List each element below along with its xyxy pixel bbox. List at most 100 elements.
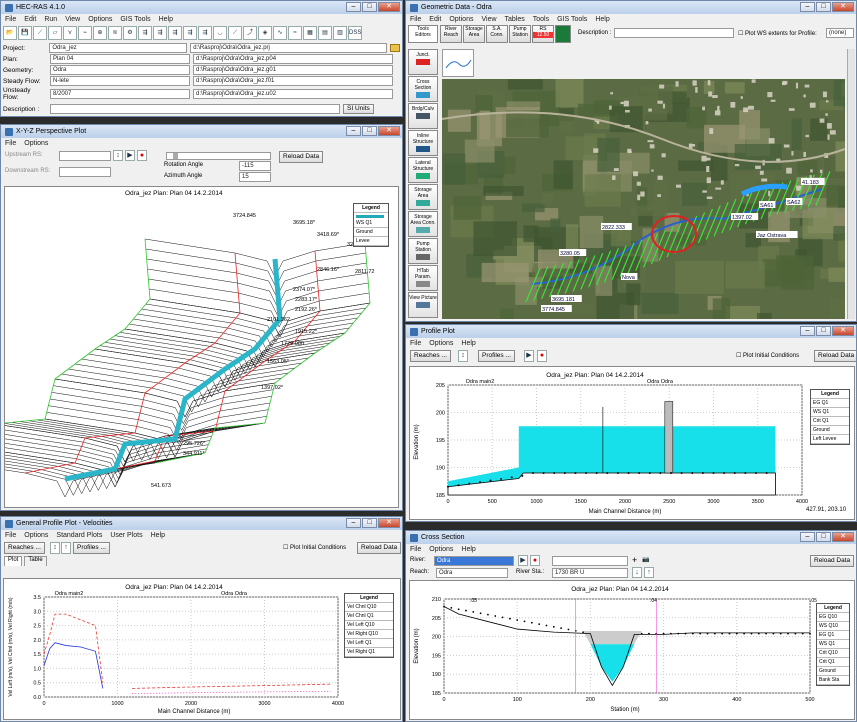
menu-options[interactable]: Options [24, 140, 48, 147]
run-unsteady-icon[interactable]: ⇶ [153, 26, 167, 40]
profile-reload-button[interactable]: Reload Data [814, 350, 856, 362]
reaches-button[interactable]: Reaches ... [4, 542, 45, 554]
menu-file[interactable]: File [410, 546, 421, 553]
rs-button[interactable]: RS 12.50 [532, 25, 554, 43]
tab-table[interactable]: Table [24, 556, 47, 566]
field-value[interactable]: 8/2007 [50, 89, 190, 99]
field-value[interactable]: Odra_jez [49, 43, 188, 53]
menu-item[interactable]: GIS Tools [120, 16, 150, 23]
menu-item[interactable]: View [481, 16, 496, 23]
side-tool-6[interactable]: Storage Area Conn. [408, 211, 438, 237]
geo-scrollbar[interactable] [847, 49, 855, 319]
close-button[interactable]: ✕ [378, 2, 400, 12]
dss-icon[interactable]: DSS [348, 26, 362, 40]
menu-options[interactable]: Options [429, 546, 453, 553]
up-arrow-button[interactable]: ↕ [113, 150, 123, 161]
steady-icon[interactable]: ▱ [48, 26, 62, 40]
close-button[interactable]: ✕ [832, 532, 854, 542]
quasi-icon[interactable]: ⋎ [63, 26, 77, 40]
run-steady-icon[interactable]: ⇶ [138, 26, 152, 40]
xs-reload-button[interactable]: Reload Data [810, 555, 855, 567]
maximize-button[interactable]: □ [816, 326, 831, 336]
maximize-button[interactable]: □ [362, 2, 377, 12]
down-arrow-button[interactable]: ↓ [632, 567, 642, 578]
maximize-button[interactable]: □ [362, 518, 377, 528]
minimize-button[interactable]: – [346, 2, 361, 12]
menu-options[interactable]: Options [429, 340, 453, 347]
reaches-button[interactable]: Reaches ... [410, 350, 451, 362]
menu-item[interactable]: Help [595, 16, 609, 23]
ws-profile-select[interactable]: (none) [826, 28, 854, 38]
menu-file[interactable]: File [5, 140, 16, 147]
sa-conn-button[interactable]: S.A. Conn. [486, 25, 508, 43]
minimize-button[interactable]: – [346, 126, 361, 136]
side-tool-8[interactable]: HTab Param. [408, 265, 438, 291]
profile-plot-icon[interactable]: ⟋ [228, 26, 242, 40]
side-tool-0[interactable]: Junct. [408, 49, 438, 75]
record-button[interactable]: ● [530, 555, 540, 566]
si-units-button[interactable]: SI Units [343, 104, 374, 114]
menu-item[interactable]: File [5, 532, 16, 539]
record-button[interactable]: ● [137, 150, 147, 161]
field-value[interactable]: Odra [50, 65, 190, 75]
minimize-button[interactable]: – [800, 532, 815, 542]
geometry-icon[interactable]: ⟋ [33, 26, 47, 40]
tools-editors-button[interactable]: Tools Editors [408, 25, 438, 43]
side-tool-7[interactable]: Pump Station [408, 238, 438, 264]
detail-table-icon[interactable]: ▥ [333, 26, 347, 40]
storage-area-button[interactable]: Storage Area [463, 25, 485, 43]
hydraulic-design-icon[interactable]: ⚙ [123, 26, 137, 40]
menu-help[interactable]: Help [461, 340, 475, 347]
menu-item[interactable]: Edit [429, 16, 441, 23]
downstream-select[interactable] [59, 167, 111, 177]
rating-curve-icon[interactable]: ⤴ [243, 26, 257, 40]
summary-icon[interactable]: ▤ [318, 26, 332, 40]
geo-description-input[interactable] [614, 28, 734, 38]
close-button[interactable]: ✕ [378, 518, 400, 528]
schematic-icon[interactable] [555, 25, 571, 43]
menu-item[interactable]: Tables [505, 16, 525, 23]
maximize-button[interactable]: □ [816, 2, 831, 12]
sediment-icon[interactable]: ⊕ [93, 26, 107, 40]
unsteady-icon[interactable]: ⌁ [78, 26, 92, 40]
save-icon[interactable]: 💾 [18, 26, 32, 40]
pump-station-button[interactable]: Pump Station [509, 25, 531, 43]
initial-conditions-checkbox[interactable]: ☐ Plot Initial Conditions [283, 544, 346, 551]
up-down-button[interactable]: ↕ [50, 542, 60, 554]
up-down-button[interactable]: ↕ [458, 350, 468, 362]
river-station-select[interactable]: 1730 BR U [552, 568, 628, 578]
azimuth-input[interactable]: 15 [239, 172, 271, 182]
close-button[interactable]: ✕ [832, 2, 854, 12]
menu-item[interactable]: View [65, 16, 80, 23]
close-button[interactable]: ✕ [378, 126, 400, 136]
up-button[interactable]: ↑ [61, 542, 71, 554]
water-quality-icon[interactable]: ≋ [108, 26, 122, 40]
open-icon[interactable]: 📂 [3, 26, 17, 40]
menu-item[interactable]: Options [88, 16, 112, 23]
play-button[interactable]: ▶ [518, 555, 528, 566]
menu-item[interactable]: Options [449, 16, 473, 23]
run-sediment-icon[interactable]: ⇶ [183, 26, 197, 40]
stage-hydro-icon[interactable]: ∿ [273, 26, 287, 40]
river-reach-button[interactable]: River Reach [440, 25, 462, 43]
xyz-plot-icon[interactable]: ◈ [258, 26, 272, 40]
initial-conditions-checkbox[interactable]: ☐ Plot Initial Conditions [736, 352, 799, 359]
reach-select[interactable]: Odra [436, 568, 508, 578]
field-value[interactable]: Plan 04 [50, 54, 190, 64]
side-tool-5[interactable]: Storage Area [408, 184, 438, 210]
menu-item[interactable]: Help [159, 16, 173, 23]
side-tool-3[interactable]: Inline Structure [408, 130, 438, 156]
up-arrow-button[interactable]: ↑ [644, 567, 654, 578]
folder-icon[interactable] [390, 44, 400, 52]
table-icon[interactable]: ▦ [303, 26, 317, 40]
minimize-button[interactable]: – [800, 2, 815, 12]
menu-item[interactable]: Edit [24, 16, 36, 23]
minimize-button[interactable]: – [800, 326, 815, 336]
vel-reload-button[interactable]: Reload Data [357, 542, 402, 554]
menu-item[interactable]: Standard Plots [56, 532, 102, 539]
xs-plot-icon[interactable]: ◡ [213, 26, 227, 40]
side-tool-9[interactable]: View Picture [408, 292, 438, 318]
menu-help[interactable]: Help [461, 546, 475, 553]
play-button[interactable]: ▶ [125, 150, 135, 161]
run-quasi-icon[interactable]: ⇶ [168, 26, 182, 40]
